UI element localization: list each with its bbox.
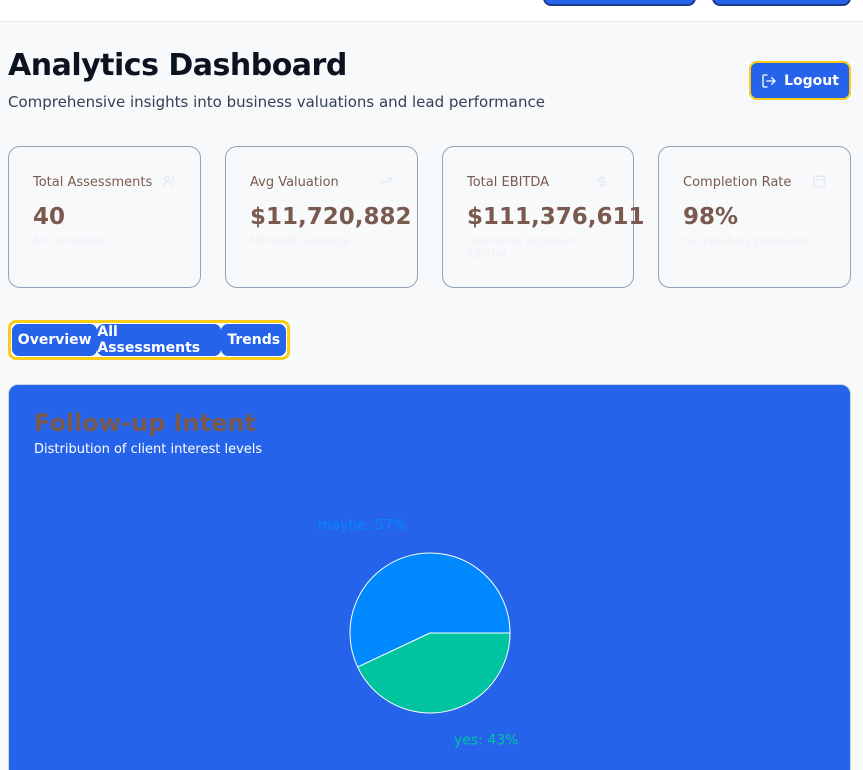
page-subtitle: Comprehensive insights into business val… [8,93,545,111]
tab-trends[interactable]: Trends [221,324,286,356]
dollar-icon [597,175,607,187]
stat-card-total-assessments: Total Assessments 40 All completed [8,146,201,288]
stat-note: Mid-point average [250,234,351,247]
stat-label: Total Assessments [33,175,153,190]
logout-button[interactable]: Logout [749,61,851,100]
stat-value: 40 [33,204,66,230]
calendar-icon [813,175,825,188]
page-title: Analytics Dashboard [8,48,347,83]
stat-card-completion-rate: Completion Rate 98% Successfully process… [658,146,851,288]
tab-overview[interactable]: Overview [12,324,98,356]
tab-list: Overview All Assessments Trends [8,320,290,360]
tab-all-assessments[interactable]: All Assessments [97,324,222,356]
stat-card-total-ebitda: Total EBITDA $111,376,611 Combined adjus… [442,146,645,288]
pie-label-maybe: maybe: 57% [318,518,406,534]
follow-up-intent-panel: maybe: 57% yes: 43% Follow-up Intent Dist… [8,384,851,770]
logout-label: Logout [784,72,839,89]
stat-value: $111,376,611 [467,204,645,230]
stat-label: Avg Valuation [250,175,339,190]
stat-label: Completion Rate [683,175,792,190]
stat-value: 98% [683,204,739,230]
panel-title: Follow-up Intent [34,409,256,437]
panel-subtitle: Distribution of client interest levels [34,442,263,457]
stat-value: $11,720,882 [250,204,412,230]
users-icon [162,175,175,187]
logout-icon [762,73,776,88]
top-nav-button-2[interactable] [712,0,851,6]
pie-label-yes: yes: 43% [454,732,518,748]
top-nav-button-1[interactable] [543,0,696,6]
top-bar [0,0,863,22]
stat-note: Combined adjusted EBITDA [467,234,574,261]
stat-note: Successfully processed [683,234,811,247]
stat-card-avg-valuation: Avg Valuation $11,720,882 Mid-point aver… [225,146,418,288]
stat-note: All completed [33,234,109,247]
trending-up-icon [380,177,392,185]
stat-label: Total EBITDA [467,175,550,190]
